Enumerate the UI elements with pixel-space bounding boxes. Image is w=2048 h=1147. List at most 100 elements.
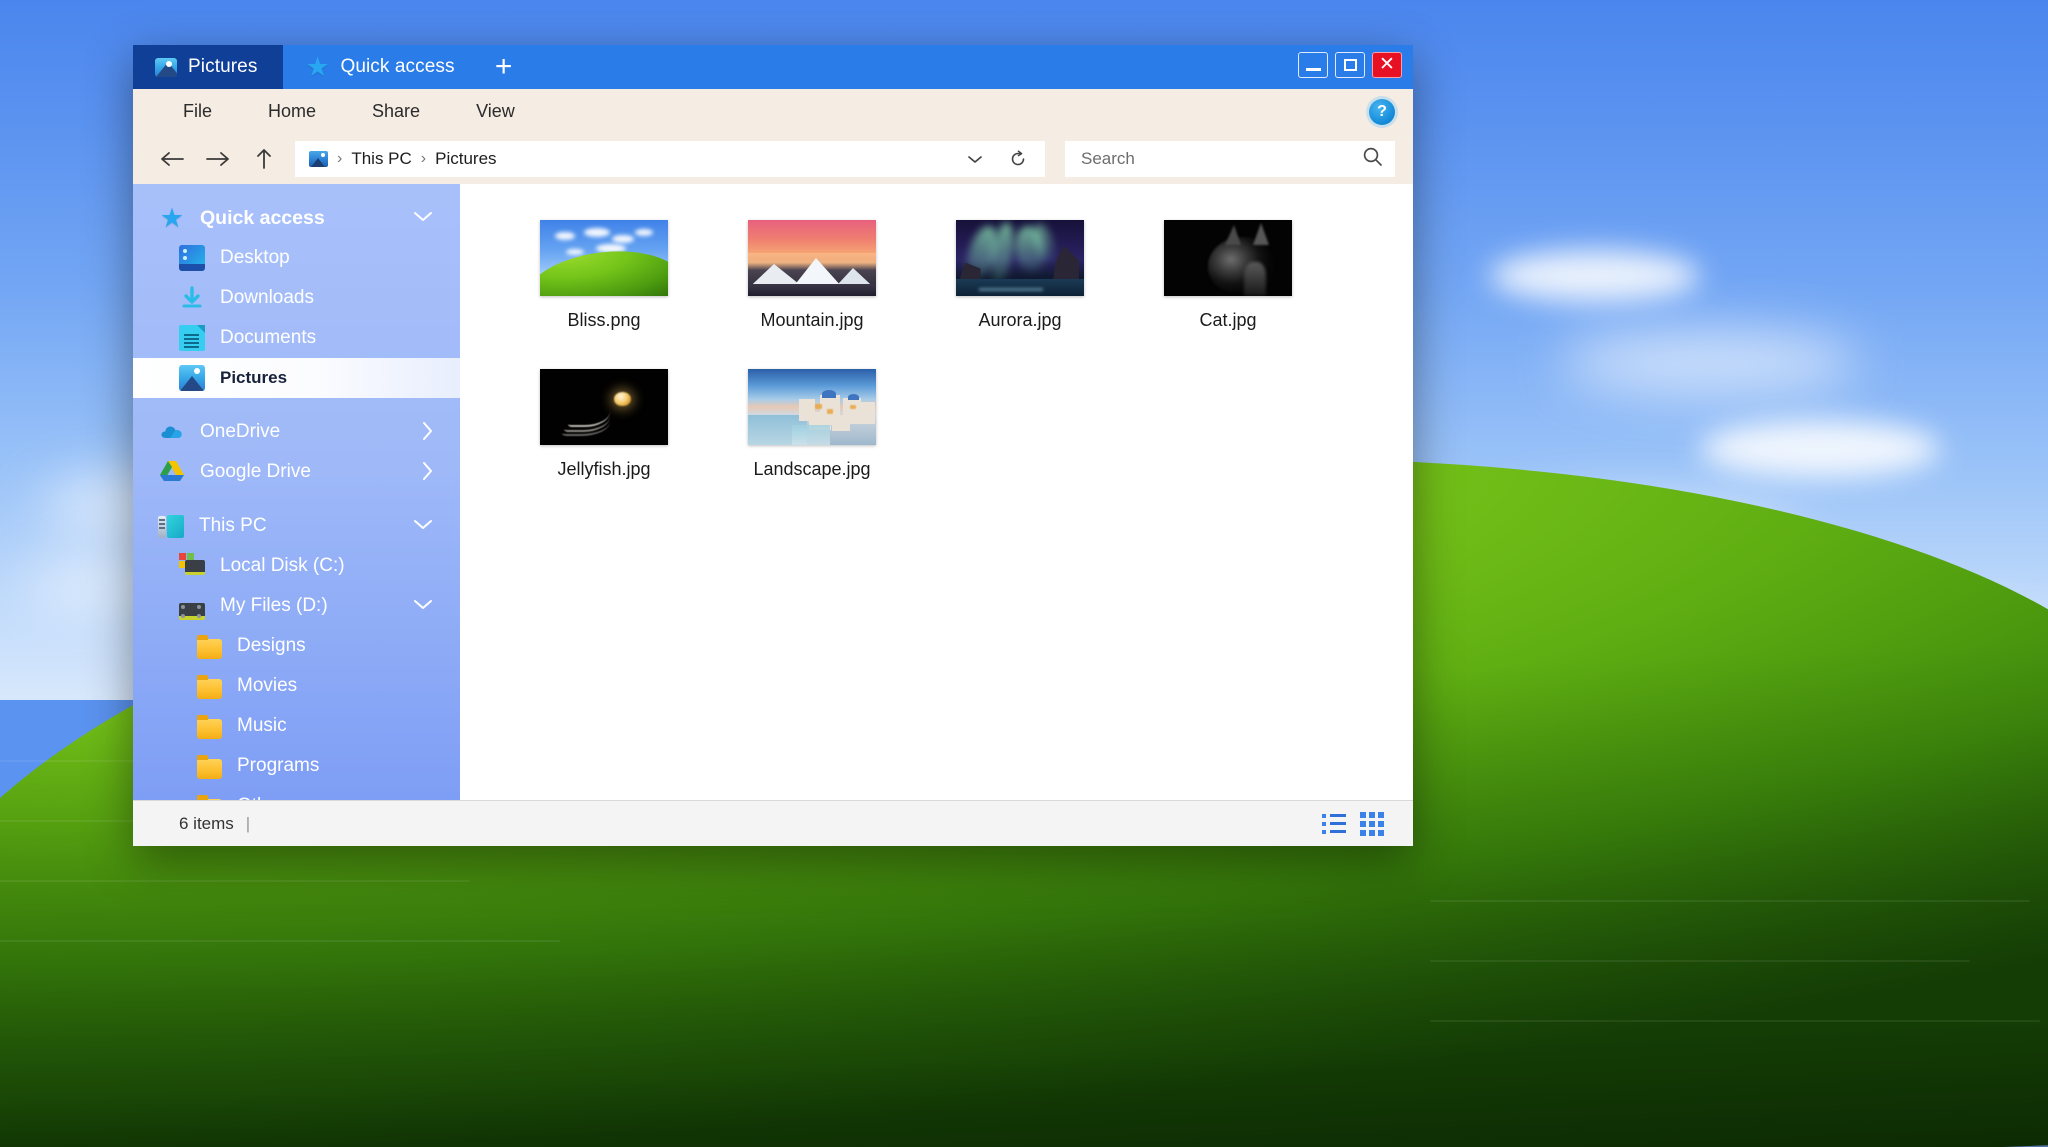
tab-strip-filler: [526, 45, 1298, 89]
sidebar-item-label: This PC: [199, 515, 267, 536]
chevron-right-icon[interactable]: [420, 460, 434, 485]
folder-icon: [197, 715, 222, 739]
cat-thumbnail[interactable]: [1164, 220, 1292, 296]
grid-view-icon[interactable]: [1353, 808, 1391, 840]
file-name: Aurora.jpg: [978, 310, 1062, 330]
sidebar-item-my-files-d[interactable]: My Files (D:): [133, 586, 460, 626]
sidebar-item-label: Google Drive: [200, 461, 311, 482]
search-icon[interactable]: [1362, 146, 1383, 172]
sidebar-item-local-disk-c[interactable]: Local Disk (C:): [133, 546, 460, 586]
chevron-down-icon[interactable]: [412, 210, 434, 226]
file-explorer-window: Pictures ★ Quick access + ✕ File Home Sh…: [133, 45, 1413, 846]
navigation-sidebar: ★ Quick access Desktop Downloads Documen…: [133, 184, 460, 800]
menu-view[interactable]: View: [448, 89, 543, 134]
cloud-icon: [159, 419, 185, 445]
sidebar-item-documents[interactable]: Documents: [133, 318, 460, 358]
star-icon: ★: [305, 52, 330, 82]
bliss-thumbnail[interactable]: [540, 220, 668, 296]
maximize-button[interactable]: [1335, 51, 1365, 78]
sidebar-item-label: Music: [237, 715, 287, 736]
sidebar-item-label: Downloads: [220, 287, 314, 308]
new-tab-button[interactable]: +: [480, 45, 527, 89]
chevron-right-icon[interactable]: [420, 420, 434, 445]
close-button[interactable]: ✕: [1372, 51, 1402, 78]
tab-pictures[interactable]: Pictures: [133, 45, 284, 89]
sidebar-item-this-pc[interactable]: This PC: [133, 506, 460, 546]
breadcrumb-separator: ›: [337, 150, 343, 167]
chevron-down-icon[interactable]: [412, 518, 434, 534]
chevron-down-icon[interactable]: [958, 141, 992, 177]
tab-label: Quick access: [340, 56, 455, 77]
sidebar-item-quick-access[interactable]: ★ Quick access: [133, 198, 460, 238]
item-count: 6 items: [179, 813, 234, 833]
file-item[interactable]: Bliss.png: [500, 220, 708, 331]
pictures-icon: [179, 365, 205, 391]
file-item[interactable]: Aurora.jpg: [916, 220, 1124, 331]
sidebar-item-label: Movies: [237, 675, 298, 696]
documents-icon: [179, 325, 205, 351]
file-name: Jellyfish.jpg: [557, 459, 651, 479]
list-view-icon[interactable]: [1315, 808, 1353, 840]
help-icon[interactable]: ?: [1369, 98, 1395, 125]
window-controls: ✕: [1298, 45, 1413, 89]
landscape-thumbnail[interactable]: [748, 369, 876, 445]
file-item[interactable]: Landscape.jpg: [708, 369, 916, 480]
window-body: ★ Quick access Desktop Downloads Documen…: [133, 184, 1413, 800]
folder-icon: [197, 755, 222, 779]
sidebar-item-movies[interactable]: Movies: [133, 666, 460, 706]
sidebar-item-label: Local Disk (C:): [220, 555, 345, 576]
tab-quick-access[interactable]: ★ Quick access: [283, 45, 481, 89]
sidebar-item-label: OneDrive: [200, 421, 281, 442]
sidebar-item-desktop[interactable]: Desktop: [133, 238, 460, 278]
sidebar-item-programs[interactable]: Programs: [133, 746, 460, 786]
sidebar-item-label: My Files (D:): [220, 595, 328, 616]
computer-icon: [158, 514, 184, 538]
up-button[interactable]: [241, 139, 287, 179]
close-icon: ✕: [1379, 54, 1395, 75]
breadcrumb-this-pc[interactable]: This PC: [351, 149, 411, 169]
menu-share[interactable]: Share: [344, 89, 448, 134]
file-item[interactable]: Cat.jpg: [1124, 220, 1332, 331]
tab-label: Pictures: [188, 56, 258, 77]
sidebar-item-others[interactable]: Others: [133, 786, 460, 800]
local-disk-icon: [179, 553, 205, 579]
folder-icon: [197, 635, 222, 659]
back-button[interactable]: [149, 139, 195, 179]
address-bar: › This PC › Pictures Search: [133, 134, 1413, 184]
sidebar-item-designs[interactable]: Designs: [133, 626, 460, 666]
file-name: Cat.jpg: [1199, 310, 1257, 330]
file-name: Mountain.jpg: [760, 310, 864, 330]
menu-home[interactable]: Home: [240, 89, 344, 134]
hard-drive-icon: [179, 602, 205, 620]
sidebar-item-label: Quick access: [200, 206, 325, 229]
downloads-icon: [179, 285, 205, 311]
sidebar-item-label: Others: [237, 795, 294, 800]
desktop-icon: [179, 245, 205, 271]
aurora-thumbnail[interactable]: [956, 220, 1084, 296]
file-name: Landscape.jpg: [753, 459, 871, 479]
refresh-icon[interactable]: [1001, 141, 1035, 177]
sidebar-item-pictures[interactable]: Pictures: [133, 358, 460, 398]
search-input[interactable]: Search: [1081, 149, 1354, 169]
sidebar-item-google-drive[interactable]: Google Drive: [133, 452, 460, 492]
sidebar-item-music[interactable]: Music: [133, 706, 460, 746]
forward-button[interactable]: [195, 139, 241, 179]
chevron-down-icon[interactable]: [412, 598, 434, 614]
file-grid-pane: Bliss.png Mountain.jpg Aurora.jpg Cat.jp…: [460, 184, 1413, 800]
mountain-thumbnail[interactable]: [748, 220, 876, 296]
minimize-button[interactable]: [1298, 51, 1328, 78]
file-item[interactable]: Mountain.jpg: [708, 220, 916, 331]
file-item[interactable]: Jellyfish.jpg: [500, 369, 708, 480]
folder-icon: [197, 795, 222, 800]
pictures-icon: [309, 151, 328, 167]
jellyfish-thumbnail[interactable]: [540, 369, 668, 445]
breadcrumb-separator: ›: [420, 150, 427, 167]
search-box[interactable]: Search: [1065, 141, 1395, 177]
breadcrumb[interactable]: › This PC › Pictures: [295, 141, 1045, 177]
sidebar-item-onedrive[interactable]: OneDrive: [133, 412, 460, 452]
sidebar-item-label: Pictures: [220, 368, 288, 387]
sidebar-item-label: Desktop: [220, 247, 290, 268]
sidebar-item-downloads[interactable]: Downloads: [133, 278, 460, 318]
menu-file[interactable]: File: [155, 89, 240, 134]
breadcrumb-pictures[interactable]: Pictures: [435, 149, 496, 169]
